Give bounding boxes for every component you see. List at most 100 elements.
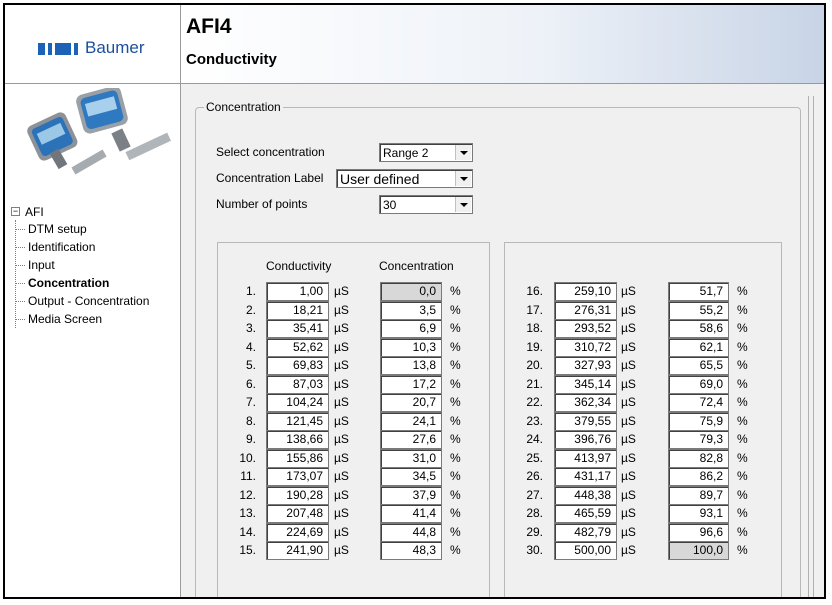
conductivity-input[interactable]: 431,17 <box>554 467 617 486</box>
concentration-input[interactable]: 13,8 <box>380 356 442 375</box>
conductivity-input[interactable]: 104,24 <box>266 393 329 412</box>
concentration-unit: % <box>450 339 461 354</box>
concentration-input[interactable]: 72,4 <box>668 393 729 412</box>
point-number: 21. <box>526 376 543 391</box>
conductivity-input[interactable]: 18,21 <box>266 300 329 320</box>
concentration-unit: % <box>737 432 748 446</box>
conductivity-input[interactable]: 1,00 <box>266 282 329 301</box>
conductivity-input[interactable]: 173,07 <box>266 467 329 486</box>
table-row: 17. 276,31 µS 55,2% <box>505 300 781 320</box>
conductivity-input[interactable]: 69,83 <box>266 356 329 375</box>
brand-logo-area: Baumer <box>5 5 181 84</box>
conductivity-input[interactable]: 500,00 <box>554 541 617 560</box>
concentration-unit: % <box>450 376 461 391</box>
concentration-input[interactable]: 44,8 <box>380 522 442 542</box>
tree-item-media-screen[interactable]: Media Screen <box>16 310 180 328</box>
conductivity-input[interactable]: 87,03 <box>266 374 329 394</box>
concentration-input[interactable]: 86,2 <box>668 467 729 486</box>
concentration-input[interactable]: 27,6 <box>380 430 442 449</box>
conductivity-input[interactable]: 327,93 <box>554 356 617 375</box>
tree-item-input[interactable]: Input <box>16 256 180 274</box>
conductivity-input[interactable]: 52,62 <box>266 337 329 357</box>
concentration-unit: % <box>737 339 748 354</box>
concentration-input[interactable]: 6,9 <box>380 319 442 338</box>
conductivity-input[interactable]: 259,10 <box>554 282 617 301</box>
concentration-input[interactable]: 31,0 <box>380 448 442 468</box>
concentration-unit: % <box>450 469 461 483</box>
conductivity-input[interactable]: 155,86 <box>266 448 329 468</box>
concentration-label-dropdown[interactable]: User defined <box>336 169 473 188</box>
concentration-input[interactable]: 93,1 <box>668 504 729 523</box>
concentration-input[interactable]: 96,6 <box>668 522 729 542</box>
chevron-down-icon <box>455 197 471 212</box>
table-row: 30. 500,00 µS 100,0% <box>505 541 781 560</box>
select-concentration-dropdown[interactable]: Range 2 <box>379 143 473 162</box>
tree-item-identification[interactable]: Identification <box>16 238 180 256</box>
scrollbar-track[interactable] <box>808 96 809 597</box>
concentration-input[interactable]: 75,9 <box>668 411 729 431</box>
conductivity-unit: µS <box>334 284 349 298</box>
conductivity-input[interactable]: 310,72 <box>554 337 617 357</box>
concentration-input[interactable]: 37,9 <box>380 485 442 505</box>
collapse-icon[interactable]: − <box>11 207 20 216</box>
concentration-input[interactable]: 17,2 <box>380 374 442 394</box>
concentration-input[interactable]: 34,5 <box>380 467 442 486</box>
concentration-input[interactable]: 20,7 <box>380 393 442 412</box>
conductivity-input[interactable]: 241,90 <box>266 541 329 560</box>
concentration-input[interactable]: 3,5 <box>380 300 442 320</box>
concentration-input[interactable]: 58,6 <box>668 319 729 338</box>
concentration-unit: % <box>450 487 461 502</box>
conductivity-input[interactable]: 413,97 <box>554 448 617 468</box>
point-number: 22. <box>526 395 543 409</box>
conductivity-input[interactable]: 379,55 <box>554 411 617 431</box>
conductivity-input[interactable]: 35,41 <box>266 319 329 338</box>
tree-item-concentration[interactable]: Concentration <box>16 274 180 292</box>
table-row: 2. 18,21 µS 3,5% <box>218 300 489 320</box>
tree-item-output-concentration[interactable]: Output - Concentration <box>16 292 180 310</box>
conductivity-unit: µS <box>621 413 636 428</box>
concentration-input[interactable]: 69,0 <box>668 374 729 394</box>
conductivity-input[interactable]: 293,52 <box>554 319 617 338</box>
conductivity-input[interactable]: 362,34 <box>554 393 617 412</box>
conductivity-input[interactable]: 224,69 <box>266 522 329 542</box>
device-tree: − AFI DTM setup Identification Input Con… <box>11 204 180 328</box>
concentration-input[interactable]: 55,2 <box>668 300 729 320</box>
conductivity-input[interactable]: 448,38 <box>554 485 617 505</box>
concentration-input[interactable]: 62,1 <box>668 337 729 357</box>
concentration-input[interactable]: 79,3 <box>668 430 729 449</box>
conductivity-input[interactable]: 138,66 <box>266 430 329 449</box>
concentration-unit: % <box>737 284 748 298</box>
conductivity-input[interactable]: 190,28 <box>266 485 329 505</box>
concentration-input[interactable]: 89,7 <box>668 485 729 505</box>
conductivity-input[interactable]: 396,76 <box>554 430 617 449</box>
concentration-input[interactable]: 82,8 <box>668 448 729 468</box>
concentration-input[interactable]: 48,3 <box>380 541 442 560</box>
conductivity-unit: µS <box>334 395 349 409</box>
concentration-input[interactable]: 24,1 <box>380 411 442 431</box>
conductivity-unit: µS <box>621 339 636 354</box>
select-concentration-label: Select concentration <box>216 145 325 159</box>
conductivity-input[interactable]: 465,59 <box>554 504 617 523</box>
table-row: 10. 155,86 µS 31,0% <box>218 448 489 468</box>
conductivity-input[interactable]: 207,48 <box>266 504 329 523</box>
points-panel-left: Conductivity Concentration 1. 1,00 µS 0,0% 2… <box>217 242 490 597</box>
concentration-input[interactable]: 65,5 <box>668 356 729 375</box>
point-number: 23. <box>526 413 543 428</box>
number-of-points-dropdown[interactable]: 30 <box>379 195 473 214</box>
conductivity-input[interactable]: 345,14 <box>554 374 617 394</box>
tree-root-afi[interactable]: − AFI <box>11 204 180 220</box>
table-row: 29. 482,79 µS 96,6% <box>505 522 781 542</box>
header-bar: AFI4 Conductivity <box>181 5 824 84</box>
conductivity-input[interactable]: 121,45 <box>266 411 329 431</box>
conductivity-input[interactable]: 276,31 <box>554 300 617 320</box>
chevron-down-icon <box>455 171 471 186</box>
concentration-input[interactable]: 41,4 <box>380 504 442 523</box>
conductivity-unit: µS <box>334 358 349 372</box>
conductivity-input[interactable]: 482,79 <box>554 522 617 542</box>
table-row: 9. 138,66 µS 27,6% <box>218 430 489 449</box>
concentration-input[interactable]: 10,3 <box>380 337 442 357</box>
conductivity-unit: µS <box>334 487 349 502</box>
number-of-points-value: 30 <box>383 198 397 212</box>
tree-item-dtm-setup[interactable]: DTM setup <box>16 220 180 238</box>
concentration-input[interactable]: 51,7 <box>668 282 729 301</box>
